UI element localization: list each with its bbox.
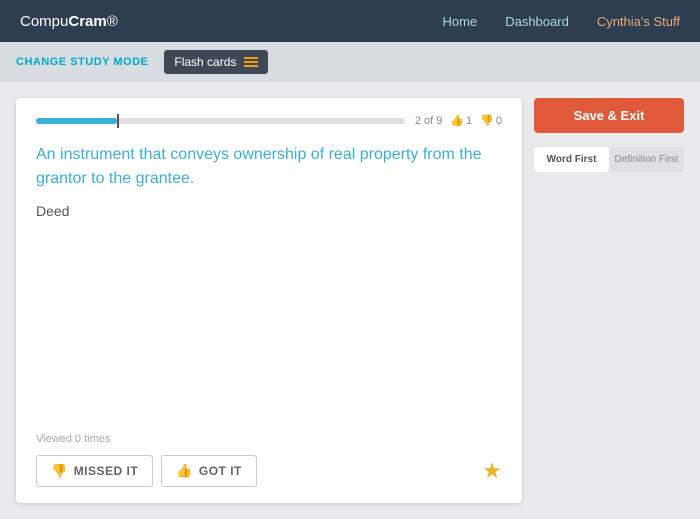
logo-symbol: ® xyxy=(107,13,118,30)
got-it-label: GOT IT xyxy=(199,464,242,478)
progress-marker xyxy=(117,114,119,128)
flashcard-badge-label: Flash cards xyxy=(174,55,236,69)
thumbs-down-indicator: 👎 0 xyxy=(480,114,502,127)
progress-text: 2 of 9 xyxy=(415,115,443,127)
word-first-option[interactable]: Word First xyxy=(534,147,609,172)
progress-info: 2 of 9 👍 1 👎 0 xyxy=(415,114,502,127)
logo-light: Compu xyxy=(20,13,68,30)
flashcard-badge[interactable]: Flash cards xyxy=(164,50,268,74)
thumbs-up-btn-icon: 👍 xyxy=(176,463,193,479)
card-body: An instrument that conveys ownership of … xyxy=(36,143,502,421)
main-content: 2 of 9 👍 1 👎 0 An instrument that convey… xyxy=(0,82,700,519)
thumbs-down-btn-icon: 👎 xyxy=(51,463,68,479)
thumbs-up-count: 1 xyxy=(466,115,472,127)
favorite-star-icon[interactable]: ★ xyxy=(482,458,502,484)
progress-area: 2 of 9 👍 1 👎 0 xyxy=(36,114,502,127)
definition-first-option[interactable]: Definition First xyxy=(609,147,684,172)
change-study-mode-label[interactable]: CHANGE STUDY MODE xyxy=(16,56,148,68)
flashcard: 2 of 9 👍 1 👎 0 An instrument that convey… xyxy=(16,98,522,503)
thumbs-up-icon: 👍 xyxy=(450,114,464,127)
nav-user-stuff[interactable]: Cynthia's Stuff xyxy=(597,14,680,29)
progress-bar xyxy=(36,118,405,124)
toolbar: CHANGE STUDY MODE Flash cards xyxy=(0,42,700,82)
hamburger-icon[interactable] xyxy=(244,57,258,67)
thumbs-down-count: 0 xyxy=(496,115,502,127)
card-word: Deed xyxy=(36,203,502,219)
sidebar: Save & Exit Word First Definition First xyxy=(534,98,684,503)
card-actions: 👎 MISSED IT 👍 GOT IT ★ xyxy=(36,455,502,487)
card-definition: An instrument that conveys ownership of … xyxy=(36,143,502,191)
card-footer: Viewed 0 times 👎 MISSED IT 👍 GOT IT ★ xyxy=(36,421,502,487)
missed-it-label: MISSED IT xyxy=(74,464,139,478)
thumbs-down-icon: 👎 xyxy=(480,114,494,127)
card-buttons: 👎 MISSED IT 👍 GOT IT xyxy=(36,455,257,487)
save-exit-button[interactable]: Save & Exit xyxy=(534,98,684,133)
nav-dashboard[interactable]: Dashboard xyxy=(505,14,569,29)
progress-bar-fill xyxy=(36,118,117,124)
header: CompuCram® Home Dashboard Cynthia's Stuf… xyxy=(0,0,700,42)
logo-bold: Cram xyxy=(68,13,106,30)
viewed-text: Viewed 0 times xyxy=(36,433,502,445)
missed-it-button[interactable]: 👎 MISSED IT xyxy=(36,455,153,487)
nav-home[interactable]: Home xyxy=(443,14,478,29)
header-nav: Home Dashboard Cynthia's Stuff xyxy=(443,14,680,29)
logo: CompuCram® xyxy=(20,13,118,30)
thumbs-up-indicator: 👍 1 xyxy=(450,114,472,127)
study-mode-toggle: Word First Definition First xyxy=(534,147,684,172)
got-it-button[interactable]: 👍 GOT IT xyxy=(161,455,257,487)
